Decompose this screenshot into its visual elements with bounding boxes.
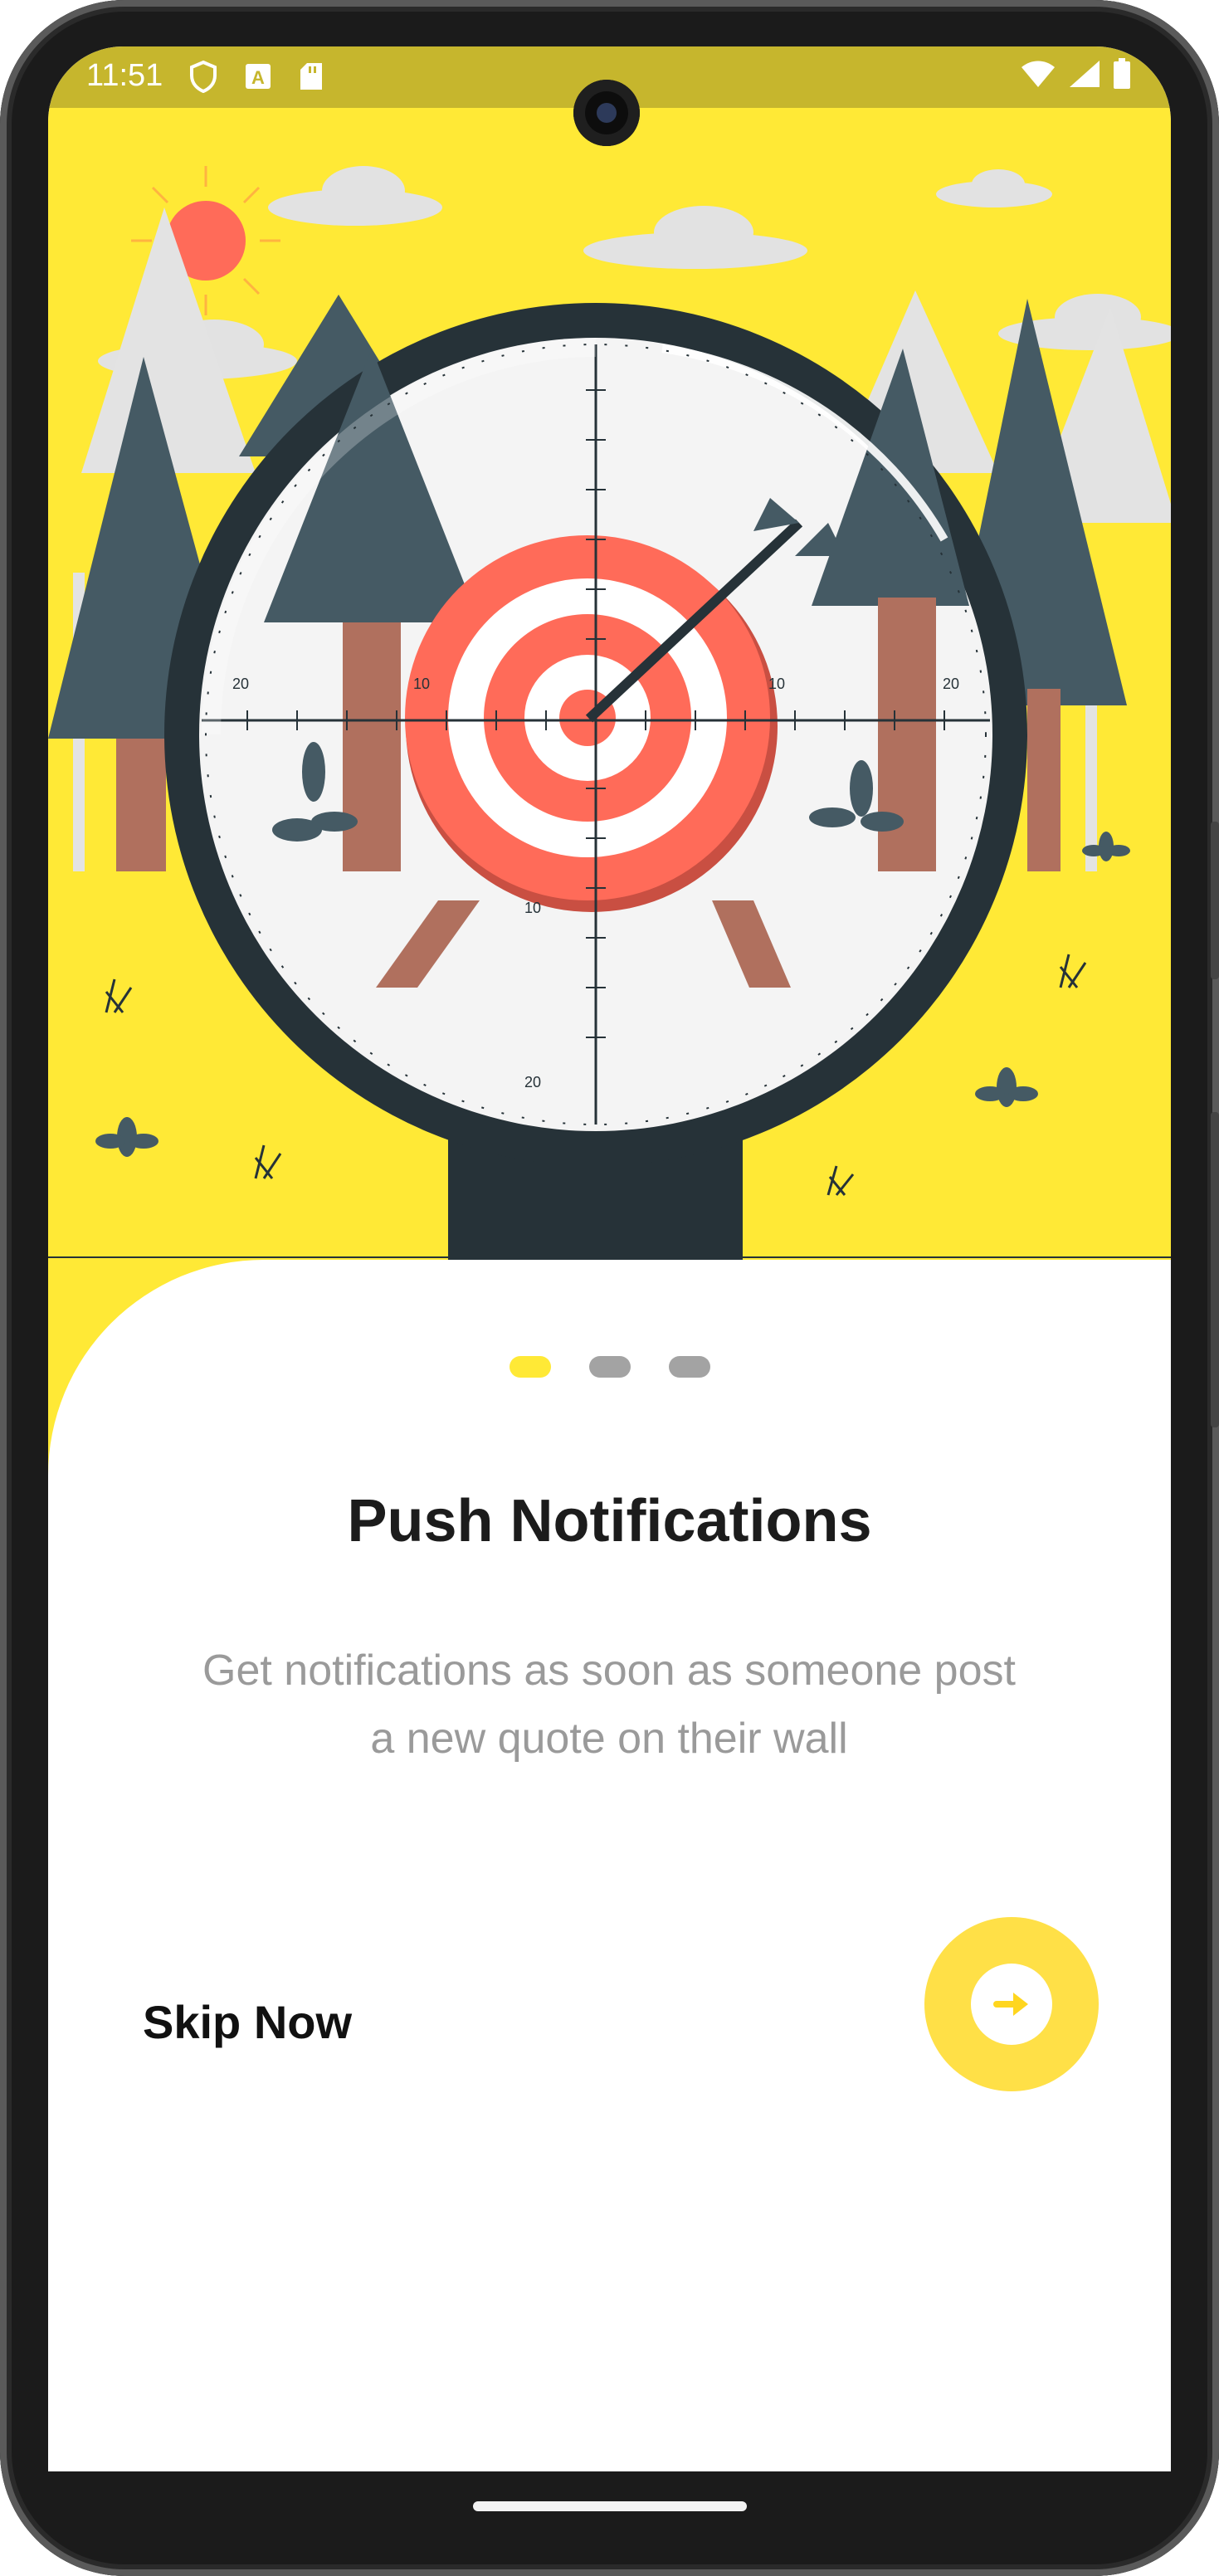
onboarding-title: Push Notifications — [347, 1488, 872, 1554]
skip-now-button[interactable]: Skip Now — [143, 1995, 352, 2049]
scope-label: 20 — [943, 676, 959, 692]
battery-icon — [1114, 58, 1130, 89]
scope-label: 10 — [413, 676, 430, 692]
volume-button — [1211, 1112, 1219, 1427]
onboarding-description: Get notifications as soon as someone pos… — [202, 1647, 1016, 1763]
onboarding-card — [48, 1260, 1171, 2471]
keyboard-a-icon: A — [246, 64, 271, 89]
signal-icon — [1070, 61, 1100, 87]
front-camera — [573, 80, 640, 146]
scope-label: 20 — [232, 676, 249, 692]
screen: 20 10 10 20 10 20 11:51 A Push Notificat… — [48, 46, 1171, 2471]
page-indicator — [48, 1356, 1171, 1378]
navigation-bar — [0, 2471, 1219, 2576]
scope-label: 10 — [524, 900, 541, 916]
next-button-inner — [971, 1964, 1052, 2045]
scope-label: 10 — [768, 676, 785, 692]
sd-card-icon — [300, 63, 322, 90]
home-indicator[interactable] — [473, 2501, 747, 2511]
shield-icon — [190, 60, 217, 93]
onboarding-illustration: 20 10 10 20 10 20 — [48, 108, 1171, 1311]
status-time: 11:51 — [86, 58, 163, 93]
svg-text:A: A — [251, 67, 265, 88]
page-dot[interactable] — [588, 1356, 631, 1378]
power-button — [1211, 822, 1219, 979]
page-dot[interactable] — [668, 1356, 710, 1378]
scope-label: 20 — [524, 1074, 541, 1090]
next-button[interactable] — [924, 1917, 1099, 2091]
page-dot-active[interactable] — [509, 1356, 551, 1378]
wifi-icon — [1022, 61, 1055, 87]
arrow-right-icon — [993, 1993, 1028, 2016]
